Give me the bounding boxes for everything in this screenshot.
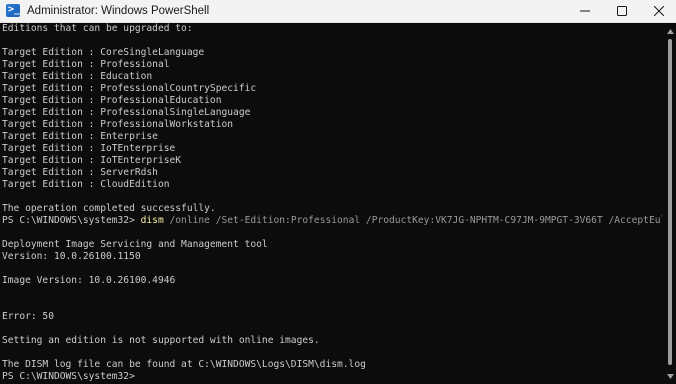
output-line: Image Version: 10.0.26100.4946 xyxy=(2,275,176,286)
output-line: Target Edition : Enterprise xyxy=(2,131,158,142)
output-line: Target Edition : ProfessionalEducation xyxy=(2,95,222,106)
powershell-window: >_ Administrator: Windows PowerShell Edi… xyxy=(0,0,676,384)
output-line: Target Edition : IoTEnterprise xyxy=(2,143,176,154)
title-bar[interactable]: >_ Administrator: Windows PowerShell xyxy=(0,0,676,23)
output-line: Version: 10.0.26100.1150 xyxy=(2,251,141,262)
window-title: Administrator: Windows PowerShell xyxy=(27,5,210,17)
output-line: Setting an edition is not supported with… xyxy=(2,335,320,346)
output-line: Target Edition : ProfessionalWorkstation xyxy=(2,119,234,130)
output-line: Target Edition : CoreSingleLanguage xyxy=(2,47,205,58)
output-line: The operation completed successfully. xyxy=(2,203,216,214)
vertical-scrollbar[interactable] xyxy=(664,23,676,384)
terminal-output[interactable]: Editions that can be upgraded to: Target… xyxy=(2,23,662,383)
close-button[interactable] xyxy=(636,0,676,22)
powershell-icon: >_ xyxy=(6,4,21,17)
output-line: Target Edition : ServerRdsh xyxy=(2,167,158,178)
current-prompt-line[interactable]: PS C:\WINDOWS\system32> xyxy=(2,371,662,383)
output-line: Target Edition : Professional xyxy=(2,59,170,70)
prompt: PS C:\WINDOWS\system32> xyxy=(2,371,141,382)
command-parameter: /ProductKey:VK7JG-NPHTM-C97JM-9MPGT-3V66… xyxy=(360,215,603,226)
scroll-up-button[interactable] xyxy=(666,27,674,35)
command-line: PS C:\WINDOWS\system32> dism /online /Se… xyxy=(2,215,662,227)
command-parameter: /online xyxy=(163,215,210,226)
output-line: Target Edition : CloudEdition xyxy=(2,179,170,190)
command-parameter: /AcceptEula xyxy=(608,215,663,226)
output-line: Target Edition : IoTEnterpriseK xyxy=(2,155,182,166)
scrollbar-thumb[interactable] xyxy=(668,39,672,365)
output-line: Target Edition : ProfessionalSingleLangu… xyxy=(2,107,251,118)
minimize-icon xyxy=(580,10,590,12)
maximize-icon xyxy=(617,6,627,16)
prompt: PS C:\WINDOWS\system32> xyxy=(2,215,141,226)
scroll-down-icon xyxy=(666,373,674,379)
close-icon xyxy=(654,6,664,16)
scroll-up-icon xyxy=(666,28,674,34)
output-line: Target Edition : ProfessionalCountrySpec… xyxy=(2,83,257,94)
command-parameter: /Set-Edition:Professional xyxy=(209,215,361,226)
output-line: Target Edition : Education xyxy=(2,71,153,82)
output-line: Error: 50 xyxy=(2,311,54,322)
scroll-down-button[interactable] xyxy=(666,372,674,380)
output-line: Deployment Image Servicing and Managemen… xyxy=(2,239,268,250)
output-line: The DISM log file can be found at C:\WIN… xyxy=(2,359,366,370)
output-line: Editions that can be upgraded to: xyxy=(2,23,193,34)
command-name: dism xyxy=(140,215,164,226)
